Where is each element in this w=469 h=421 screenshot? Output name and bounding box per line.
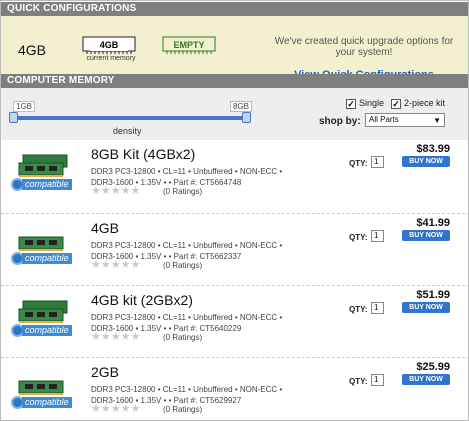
rating-stars: ★★★★★ [91, 403, 141, 415]
rating-stars: ★★★★★ [91, 259, 141, 271]
ratings-count[interactable]: (0 Ratings) [163, 187, 202, 196]
qty-label: QTY: [349, 159, 368, 168]
quick-config-panel: 4GB 4GB current memory EMPTY We've creat… [1, 16, 468, 81]
slot-1-label: 4GB [90, 39, 128, 51]
density-slider-max-handle[interactable] [242, 112, 251, 123]
ratings-count[interactable]: (0 Ratings) [163, 333, 202, 342]
slider-max-label: 8GB [230, 101, 253, 112]
slider-min-label: 1GB [13, 101, 36, 112]
buy-now-button[interactable]: BUY NOW [402, 302, 450, 313]
shop-by-select[interactable]: All Parts ▼ [365, 113, 445, 127]
product-title[interactable]: 8GB Kit (4GBx2) [91, 146, 195, 162]
density-slider-track[interactable] [13, 116, 249, 120]
compatible-badge: compatible [11, 178, 72, 191]
density-label: density [113, 126, 142, 136]
compatible-label: compatible [22, 397, 72, 408]
checkmark-icon[interactable]: ✓ [346, 99, 356, 109]
density-slider-min-handle[interactable] [9, 112, 18, 123]
checkmark-icon[interactable]: ✓ [391, 99, 401, 109]
filter-panel: 1GB 8GB density ✓ Single ✓ 2-piece kit sho… [1, 88, 468, 140]
ratings-count[interactable]: (0 Ratings) [163, 405, 202, 414]
product-price: $41.99 [416, 217, 450, 229]
buy-now-button[interactable]: BUY NOW [402, 374, 450, 385]
compatible-label: compatible [22, 253, 72, 264]
shop-by-label: shop by: [319, 116, 361, 127]
quantity-input[interactable]: 1 [371, 374, 384, 386]
buy-now-button[interactable]: BUY NOW [402, 230, 450, 241]
ratings-count[interactable]: (0 Ratings) [163, 261, 202, 270]
product-row: compatible 8GB Kit (4GBx2) DDR3 PC3-1280… [1, 140, 468, 210]
product-title[interactable]: 4GB kit (2GBx2) [91, 292, 193, 308]
shop-by-value: All Parts [369, 115, 399, 124]
product-title[interactable]: 4GB [91, 220, 119, 236]
quick-config-header: QUICK CONFIGURATIONS [1, 2, 468, 16]
quantity-input[interactable]: 1 [371, 156, 384, 168]
memory-slot-2: EMPTY [161, 36, 217, 54]
promo-text: We've created quick upgrade options for … [274, 36, 454, 58]
product-spec-line-1: DDR3 PC3-12800 • CL=11 • Unbuffered • NO… [91, 385, 283, 394]
single-label: Single [359, 98, 385, 108]
quantity-input[interactable]: 1 [371, 302, 384, 314]
product-spec-line-1: DDR3 PC3-12800 • CL=11 • Unbuffered • NO… [91, 241, 283, 250]
rating-stars: ★★★★★ [91, 331, 141, 343]
qty-label: QTY: [349, 305, 368, 314]
chevron-down-icon: ▼ [433, 116, 441, 125]
single-checkbox[interactable]: ✓ Single [346, 98, 384, 109]
compatible-label: compatible [22, 325, 72, 336]
product-spec-line-1: DDR3 PC3-12800 • CL=11 • Unbuffered • NO… [91, 167, 283, 176]
quantity-input[interactable]: 1 [371, 230, 384, 242]
product-spec-line-1: DDR3 PC3-12800 • CL=11 • Unbuffered • NO… [91, 313, 283, 322]
compatible-badge: compatible [11, 252, 72, 265]
product-price: $25.99 [416, 361, 450, 373]
qty-label: QTY: [349, 377, 368, 386]
product-price: $51.99 [416, 289, 450, 301]
slot-1-caption: current memory [86, 55, 136, 62]
two-piece-kit-checkbox[interactable]: ✓ 2-piece kit [391, 98, 445, 109]
computer-memory-header: COMPUTER MEMORY [1, 74, 468, 88]
compatible-label: compatible [22, 179, 72, 190]
product-row: compatible 2GB DDR3 PC3-12800 • CL=11 • … [1, 357, 468, 420]
rating-stars: ★★★★★ [91, 185, 141, 197]
product-price: $83.99 [416, 143, 450, 155]
memory-slot-1: 4GB [81, 36, 137, 54]
compatible-badge: compatible [11, 396, 72, 409]
product-title[interactable]: 2GB [91, 364, 119, 380]
memory-configurator: QUICK CONFIGURATIONS 4GB 4GB current mem… [0, 0, 469, 421]
product-row: compatible 4GB kit (2GBx2) DDR3 PC3-1280… [1, 285, 468, 355]
current-memory-size: 4GB [18, 42, 47, 58]
two-piece-kit-label: 2-piece kit [404, 98, 446, 108]
compatible-badge: compatible [11, 324, 72, 337]
buy-now-button[interactable]: BUY NOW [402, 156, 450, 167]
qty-label: QTY: [349, 233, 368, 242]
slot-2-label: EMPTY [173, 40, 205, 50]
product-row: compatible 4GB DDR3 PC3-12800 • CL=11 • … [1, 213, 468, 283]
